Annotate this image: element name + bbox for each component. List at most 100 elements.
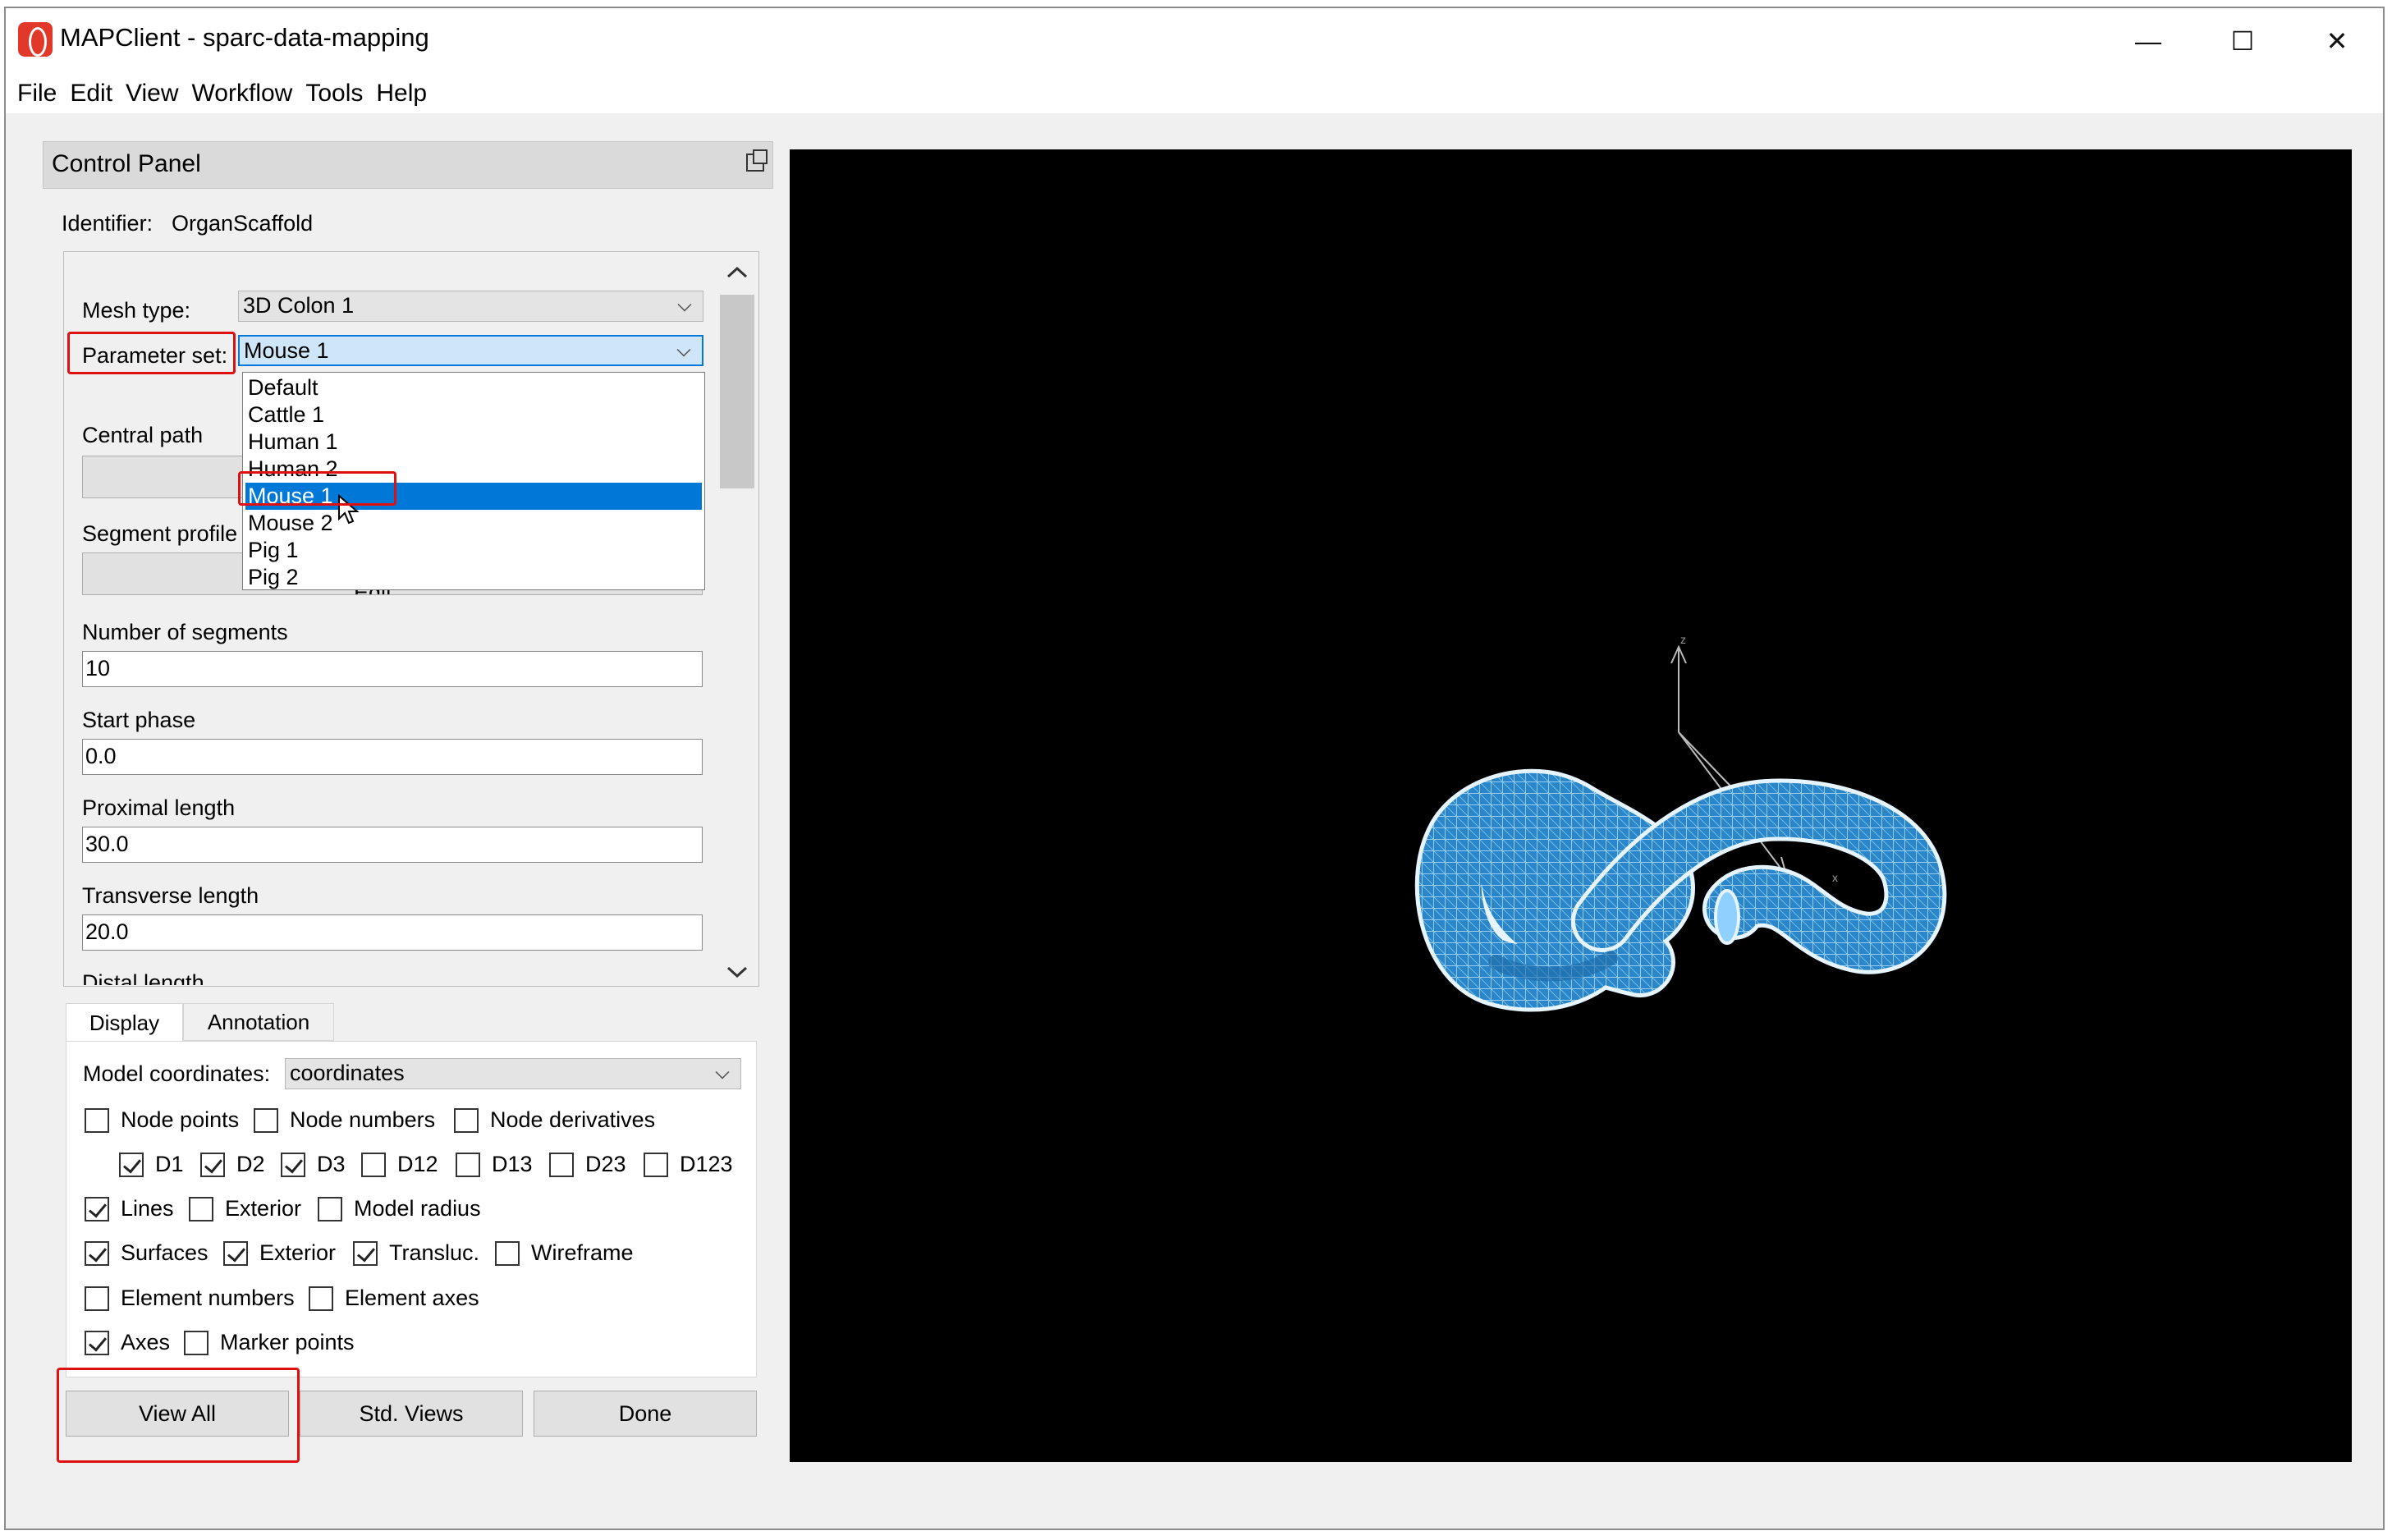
scroll-down-arrow-icon[interactable] <box>726 966 748 979</box>
proximal-length-input[interactable]: 30.0 <box>82 827 703 863</box>
minimize-button[interactable]: — <box>2099 8 2197 74</box>
checkbox-icon <box>223 1240 248 1266</box>
std-views-label: Std. Views <box>359 1400 464 1426</box>
close-button[interactable]: ✕ <box>2288 8 2386 74</box>
checkbox-icon <box>644 1152 668 1177</box>
start-phase-input[interactable]: 0.0 <box>82 739 703 775</box>
scrollbar-thumb[interactable] <box>720 295 754 488</box>
control-panel-header: Control Panel <box>43 141 773 189</box>
option-pig-2[interactable]: Pig 2 <box>245 564 702 591</box>
d23-checkbox[interactable]: D23 <box>549 1152 626 1177</box>
tab-annotation[interactable]: Annotation <box>183 1003 334 1041</box>
checkbox-label: Node derivatives <box>490 1107 656 1132</box>
menu-bar: File Edit View Workflow Tools Help <box>6 74 2383 113</box>
option-cattle-1[interactable]: Cattle 1 <box>245 401 702 429</box>
checkbox-label: Node numbers <box>290 1107 436 1132</box>
checkbox-label: D3 <box>317 1152 346 1176</box>
transverse-length-label: Transverse length <box>82 883 259 908</box>
checkbox-icon <box>254 1107 278 1133</box>
done-button[interactable]: Done <box>534 1391 757 1437</box>
view-all-button[interactable]: View All <box>66 1391 289 1437</box>
option-mouse-1[interactable]: Mouse 1 <box>245 483 702 510</box>
node-numbers-checkbox[interactable]: Node numbers <box>254 1107 435 1133</box>
menu-view[interactable]: View <box>126 80 178 108</box>
scaffold-render: z y x <box>1414 633 1947 1012</box>
parameter-set-label: Parameter set: <box>82 343 228 368</box>
mesh-type-select[interactable]: 3D Colon 1 <box>238 291 703 322</box>
std-views-button[interactable]: Std. Views <box>300 1391 523 1437</box>
element-axes-checkbox[interactable]: Element axes <box>309 1286 479 1311</box>
window-title: MAPClient - sparc-data-mapping <box>60 23 429 52</box>
checkbox-label: D123 <box>680 1152 733 1176</box>
float-panel-icon[interactable] <box>746 149 768 172</box>
checkbox-label: Exterior <box>259 1240 337 1265</box>
node-points-checkbox[interactable]: Node points <box>85 1107 239 1133</box>
checkbox-label: Marker points <box>220 1330 355 1354</box>
d3-checkbox[interactable]: D3 <box>281 1152 346 1177</box>
menu-edit[interactable]: Edit <box>70 80 112 108</box>
scrollbar-graphic <box>720 266 754 979</box>
colon-open-end <box>1714 889 1740 945</box>
model-coordinates-select[interactable]: coordinates <box>285 1058 741 1089</box>
checkbox-label: D13 <box>492 1152 533 1176</box>
menu-file[interactable]: File <box>17 80 57 108</box>
app-logo-icon <box>18 22 53 57</box>
node-derivatives-checkbox[interactable]: Node derivatives <box>454 1107 655 1133</box>
axes-checkbox[interactable]: Axes <box>85 1330 170 1355</box>
d1-checkbox[interactable]: D1 <box>119 1152 184 1177</box>
d12-checkbox[interactable]: D12 <box>361 1152 438 1177</box>
tab-display[interactable]: Display <box>66 1003 183 1043</box>
element-numbers-checkbox[interactable]: Element numbers <box>85 1286 295 1311</box>
option-default[interactable]: Default <box>245 374 702 401</box>
wireframe-checkbox[interactable]: Wireframe <box>495 1240 634 1266</box>
control-panel-title: Control Panel <box>52 150 201 177</box>
checkbox-icon <box>309 1286 333 1311</box>
surfaces-exterior-checkbox[interactable]: Exterior <box>223 1240 336 1266</box>
option-pig-1[interactable]: Pig 1 <box>245 537 702 564</box>
view-all-label: View All <box>138 1400 217 1426</box>
proximal-length-label: Proximal length <box>82 795 236 820</box>
checkbox-label: Model radius <box>354 1196 481 1221</box>
checkbox-label: Exterior <box>225 1196 302 1221</box>
lines-exterior-checkbox[interactable]: Exterior <box>189 1196 301 1221</box>
chevron-down-icon <box>677 297 692 312</box>
model-coordinates-label: Model coordinates: <box>83 1061 271 1086</box>
checkbox-icon <box>119 1152 144 1177</box>
z-axis-label: z <box>1680 633 1686 646</box>
3d-scene-viewport[interactable]: z y x <box>790 149 2352 1462</box>
option-human-2[interactable]: Human 2 <box>245 456 702 483</box>
checkbox-label: Surfaces <box>121 1240 208 1265</box>
mesh-type-value: 3D Colon 1 <box>243 293 355 318</box>
checkbox-icon <box>454 1107 479 1133</box>
parameters-scrollbar[interactable] <box>718 259 758 986</box>
checkbox-label: Wireframe <box>531 1240 634 1265</box>
menu-tools[interactable]: Tools <box>305 80 363 108</box>
parameter-set-dropdown: Default Cattle 1 Human 1 Human 2 Mouse 1… <box>242 372 705 590</box>
marker-points-checkbox[interactable]: Marker points <box>184 1330 355 1355</box>
number-of-segments-label: Number of segments <box>82 620 288 644</box>
checkbox-icon <box>200 1152 225 1177</box>
option-mouse-2[interactable]: Mouse 2 <box>245 510 702 537</box>
checkbox-icon <box>85 1107 109 1133</box>
checkbox-icon <box>549 1152 574 1177</box>
model-radius-checkbox[interactable]: Model radius <box>318 1196 481 1221</box>
distal-length-label: Distal length <box>82 970 204 985</box>
menu-help[interactable]: Help <box>376 80 427 108</box>
number-of-segments-input[interactable]: 10 <box>82 651 703 687</box>
menu-workflow[interactable]: Workflow <box>192 80 293 108</box>
scroll-up-arrow-icon[interactable] <box>726 266 748 278</box>
option-human-1[interactable]: Human 1 <box>245 429 702 456</box>
checkbox-label: Element numbers <box>121 1286 295 1310</box>
d2-checkbox[interactable]: D2 <box>200 1152 265 1177</box>
maximize-button[interactable]: ☐ <box>2193 8 2292 74</box>
lines-checkbox[interactable]: Lines <box>85 1196 174 1221</box>
chevron-down-icon <box>676 342 691 357</box>
d13-checkbox[interactable]: D13 <box>456 1152 533 1177</box>
surfaces-checkbox[interactable]: Surfaces <box>85 1240 208 1266</box>
identifier-label: Identifier: <box>62 211 154 236</box>
transluc-checkbox[interactable]: Transluc. <box>353 1240 479 1266</box>
transverse-length-input[interactable]: 20.0 <box>82 914 703 951</box>
d123-checkbox[interactable]: D123 <box>644 1152 733 1177</box>
mouse-cursor-icon <box>338 494 360 525</box>
parameter-set-select[interactable]: Mouse 1 <box>238 335 703 366</box>
